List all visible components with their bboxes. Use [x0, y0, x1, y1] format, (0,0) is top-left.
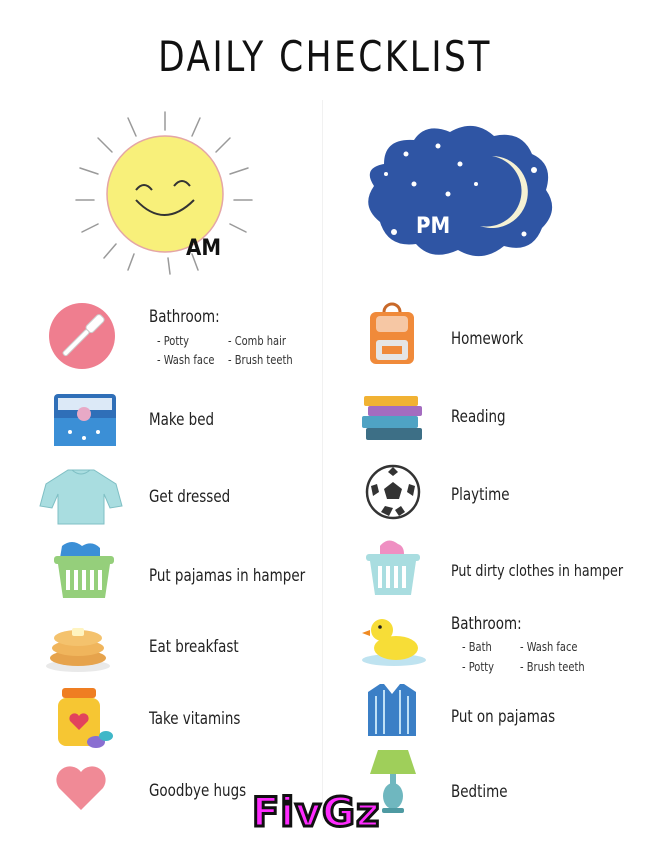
sun-icon	[75, 111, 253, 275]
pm-item-label: Playtime	[451, 485, 510, 505]
duck-icon	[362, 619, 426, 666]
pm-item-sub: - Potty	[462, 659, 494, 674]
hamper-icon	[366, 540, 420, 595]
watermark: FivGz	[250, 789, 381, 838]
am-item-sub: - Comb hair	[228, 333, 286, 348]
pm-item-label: Reading	[451, 407, 506, 427]
page-title: DAILY CHECKLIST	[158, 32, 492, 81]
sweater-icon	[39, 469, 123, 525]
soccer-ball-icon	[365, 464, 421, 520]
pm-item-label: Bedtime	[451, 782, 508, 802]
pm-item-label: Put on pajamas	[451, 707, 556, 727]
pm-item-sub: - Wash face	[520, 639, 578, 654]
am-item-label: Make bed	[149, 410, 215, 430]
am-item-label: Take vitamins	[149, 709, 241, 729]
books-icon	[362, 396, 422, 440]
column-divider	[322, 100, 323, 820]
am-item-label: Goodbye hugs	[149, 781, 247, 801]
pm-label: PM	[416, 214, 451, 239]
pm-item-label: Homework	[451, 329, 524, 349]
pm-item-sub: - Brush teeth	[520, 659, 585, 674]
am-item-sub: - Potty	[157, 333, 189, 348]
am-item-label: Get dressed	[149, 487, 231, 507]
toothbrush-icon	[49, 303, 115, 369]
am-item-label: Bathroom:	[149, 307, 220, 327]
bed-icon	[54, 394, 116, 446]
pancakes-icon	[46, 628, 110, 672]
vitamins-icon	[58, 688, 113, 748]
am-item-label: Put pajamas in hamper	[149, 566, 306, 586]
night-cloud-icon	[368, 125, 553, 257]
pm-item-label: Put dirty clothes in hamper	[451, 561, 624, 580]
heart-icon	[56, 766, 106, 810]
pm-item-sub: - Bath	[462, 639, 492, 654]
pm-item-label: Bathroom:	[451, 614, 522, 634]
backpack-icon	[370, 302, 414, 364]
am-item-label: Eat breakfast	[149, 637, 239, 657]
am-label: AM	[186, 236, 222, 261]
am-item-sub: - Brush teeth	[228, 352, 293, 367]
am-item-sub: - Wash face	[157, 352, 215, 367]
hamper-icon	[54, 542, 114, 598]
pajamas-icon	[368, 684, 416, 736]
